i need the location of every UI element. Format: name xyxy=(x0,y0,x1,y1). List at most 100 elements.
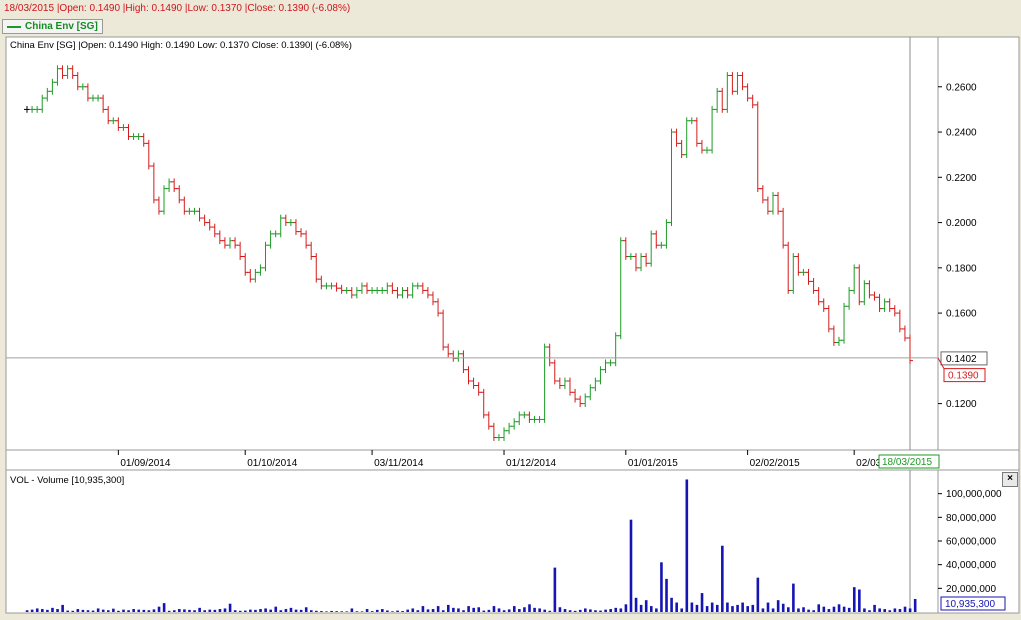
volume-bar xyxy=(188,609,191,612)
volume-bar xyxy=(802,607,805,612)
volume-bar xyxy=(66,610,69,612)
volume-bar xyxy=(452,607,455,612)
date-tick-label: 01/01/2015 xyxy=(628,458,678,469)
volume-bar xyxy=(518,609,521,612)
volume-bar xyxy=(355,611,359,612)
date-tick-label: 01/09/2014 xyxy=(120,458,170,469)
volume-bar xyxy=(142,609,146,612)
volume-bar xyxy=(903,606,907,612)
price-tick-label: 0.1200 xyxy=(946,399,977,410)
volume-bar xyxy=(304,607,308,612)
volume-bar xyxy=(898,609,902,612)
volume-tick-label: 40,000,000 xyxy=(946,560,996,571)
price-tick-label: 0.1600 xyxy=(946,309,977,320)
volume-bar xyxy=(477,607,481,612)
volume-bar xyxy=(330,610,333,612)
volume-bar xyxy=(655,608,658,612)
volume-bar xyxy=(375,609,379,612)
volume-bar xyxy=(908,608,912,612)
volume-bar xyxy=(888,610,892,612)
volume-bar xyxy=(807,609,810,612)
volume-bar xyxy=(127,610,130,612)
volume-bar xyxy=(441,610,445,612)
volume-bar xyxy=(122,609,125,612)
volume-bar xyxy=(512,606,516,612)
volume-bar xyxy=(56,609,59,612)
volume-bar xyxy=(101,609,105,612)
volume-bar xyxy=(340,611,344,612)
volume-bar xyxy=(568,610,572,612)
volume-bar xyxy=(370,611,374,612)
date-tick-label: 01/10/2014 xyxy=(247,458,297,469)
volume-bar xyxy=(25,610,29,612)
volume-bar xyxy=(279,610,283,612)
volume-bar xyxy=(244,610,247,612)
volume-bar xyxy=(639,604,643,612)
volume-bar xyxy=(172,610,176,612)
volume-bar xyxy=(665,578,668,612)
volume-bar xyxy=(858,589,861,612)
volume-bar xyxy=(883,609,887,612)
volume-bar xyxy=(299,609,303,612)
volume-bar xyxy=(345,611,349,612)
volume-bar xyxy=(76,609,80,612)
volume-bar xyxy=(644,600,648,612)
volume-bar xyxy=(401,611,404,612)
volume-bar xyxy=(563,609,567,612)
volume-bar xyxy=(543,609,547,612)
volume-bar xyxy=(771,608,775,612)
volume-bar xyxy=(457,608,460,612)
volume-bar xyxy=(482,610,486,612)
volume-bar xyxy=(578,609,582,612)
volume-bar xyxy=(822,606,826,612)
volume-bar xyxy=(528,604,531,612)
volume-bar xyxy=(502,610,506,612)
volume-bar xyxy=(558,607,562,612)
volume-bar xyxy=(294,609,298,612)
volume-bar xyxy=(842,606,846,612)
volume-bar xyxy=(573,610,577,612)
volume-bar xyxy=(360,611,364,612)
volume-chart-title: VOL - Volume [10,935,300] xyxy=(10,475,124,486)
volume-bar xyxy=(436,606,440,612)
volume-bar xyxy=(609,609,612,612)
volume-bar xyxy=(705,606,709,612)
volume-bar xyxy=(284,609,288,612)
volume-bar xyxy=(741,602,744,612)
volume-bar xyxy=(685,479,689,612)
volume-bar xyxy=(797,608,800,612)
volume-bar xyxy=(751,604,755,612)
volume-bar xyxy=(594,610,597,612)
price-tick-label: 0.2000 xyxy=(946,218,977,229)
volume-bar xyxy=(396,610,399,612)
volume-bar xyxy=(761,608,765,612)
volume-bar xyxy=(462,610,465,612)
volume-bar xyxy=(381,609,384,612)
volume-bar xyxy=(670,597,673,612)
volume-bar xyxy=(238,610,242,612)
date-tick-label: 02/02/2015 xyxy=(750,458,800,469)
volume-bar xyxy=(86,610,90,612)
price-plot-area xyxy=(5,36,939,451)
volume-bar xyxy=(710,602,714,612)
volume-bar xyxy=(913,598,917,612)
volume-bar xyxy=(781,603,785,612)
volume-bar xyxy=(634,597,638,612)
volume-bar xyxy=(776,600,780,612)
volume-bar xyxy=(548,610,552,612)
volume-bar xyxy=(619,608,623,612)
volume-bar xyxy=(792,583,795,612)
volume-bar xyxy=(315,610,318,612)
volume-bar xyxy=(193,610,196,612)
volume-bar xyxy=(183,609,186,612)
volume-bar xyxy=(223,608,227,612)
volume-bar xyxy=(533,607,536,612)
close-icon[interactable]: × xyxy=(1002,472,1018,487)
date-tick-label: 01/12/2014 xyxy=(506,458,556,469)
volume-bar xyxy=(152,609,156,612)
volume-bar xyxy=(878,608,881,612)
volume-bar xyxy=(132,609,135,612)
volume-bar xyxy=(228,603,232,612)
volume-bar xyxy=(787,607,790,612)
volume-bar xyxy=(715,604,719,612)
